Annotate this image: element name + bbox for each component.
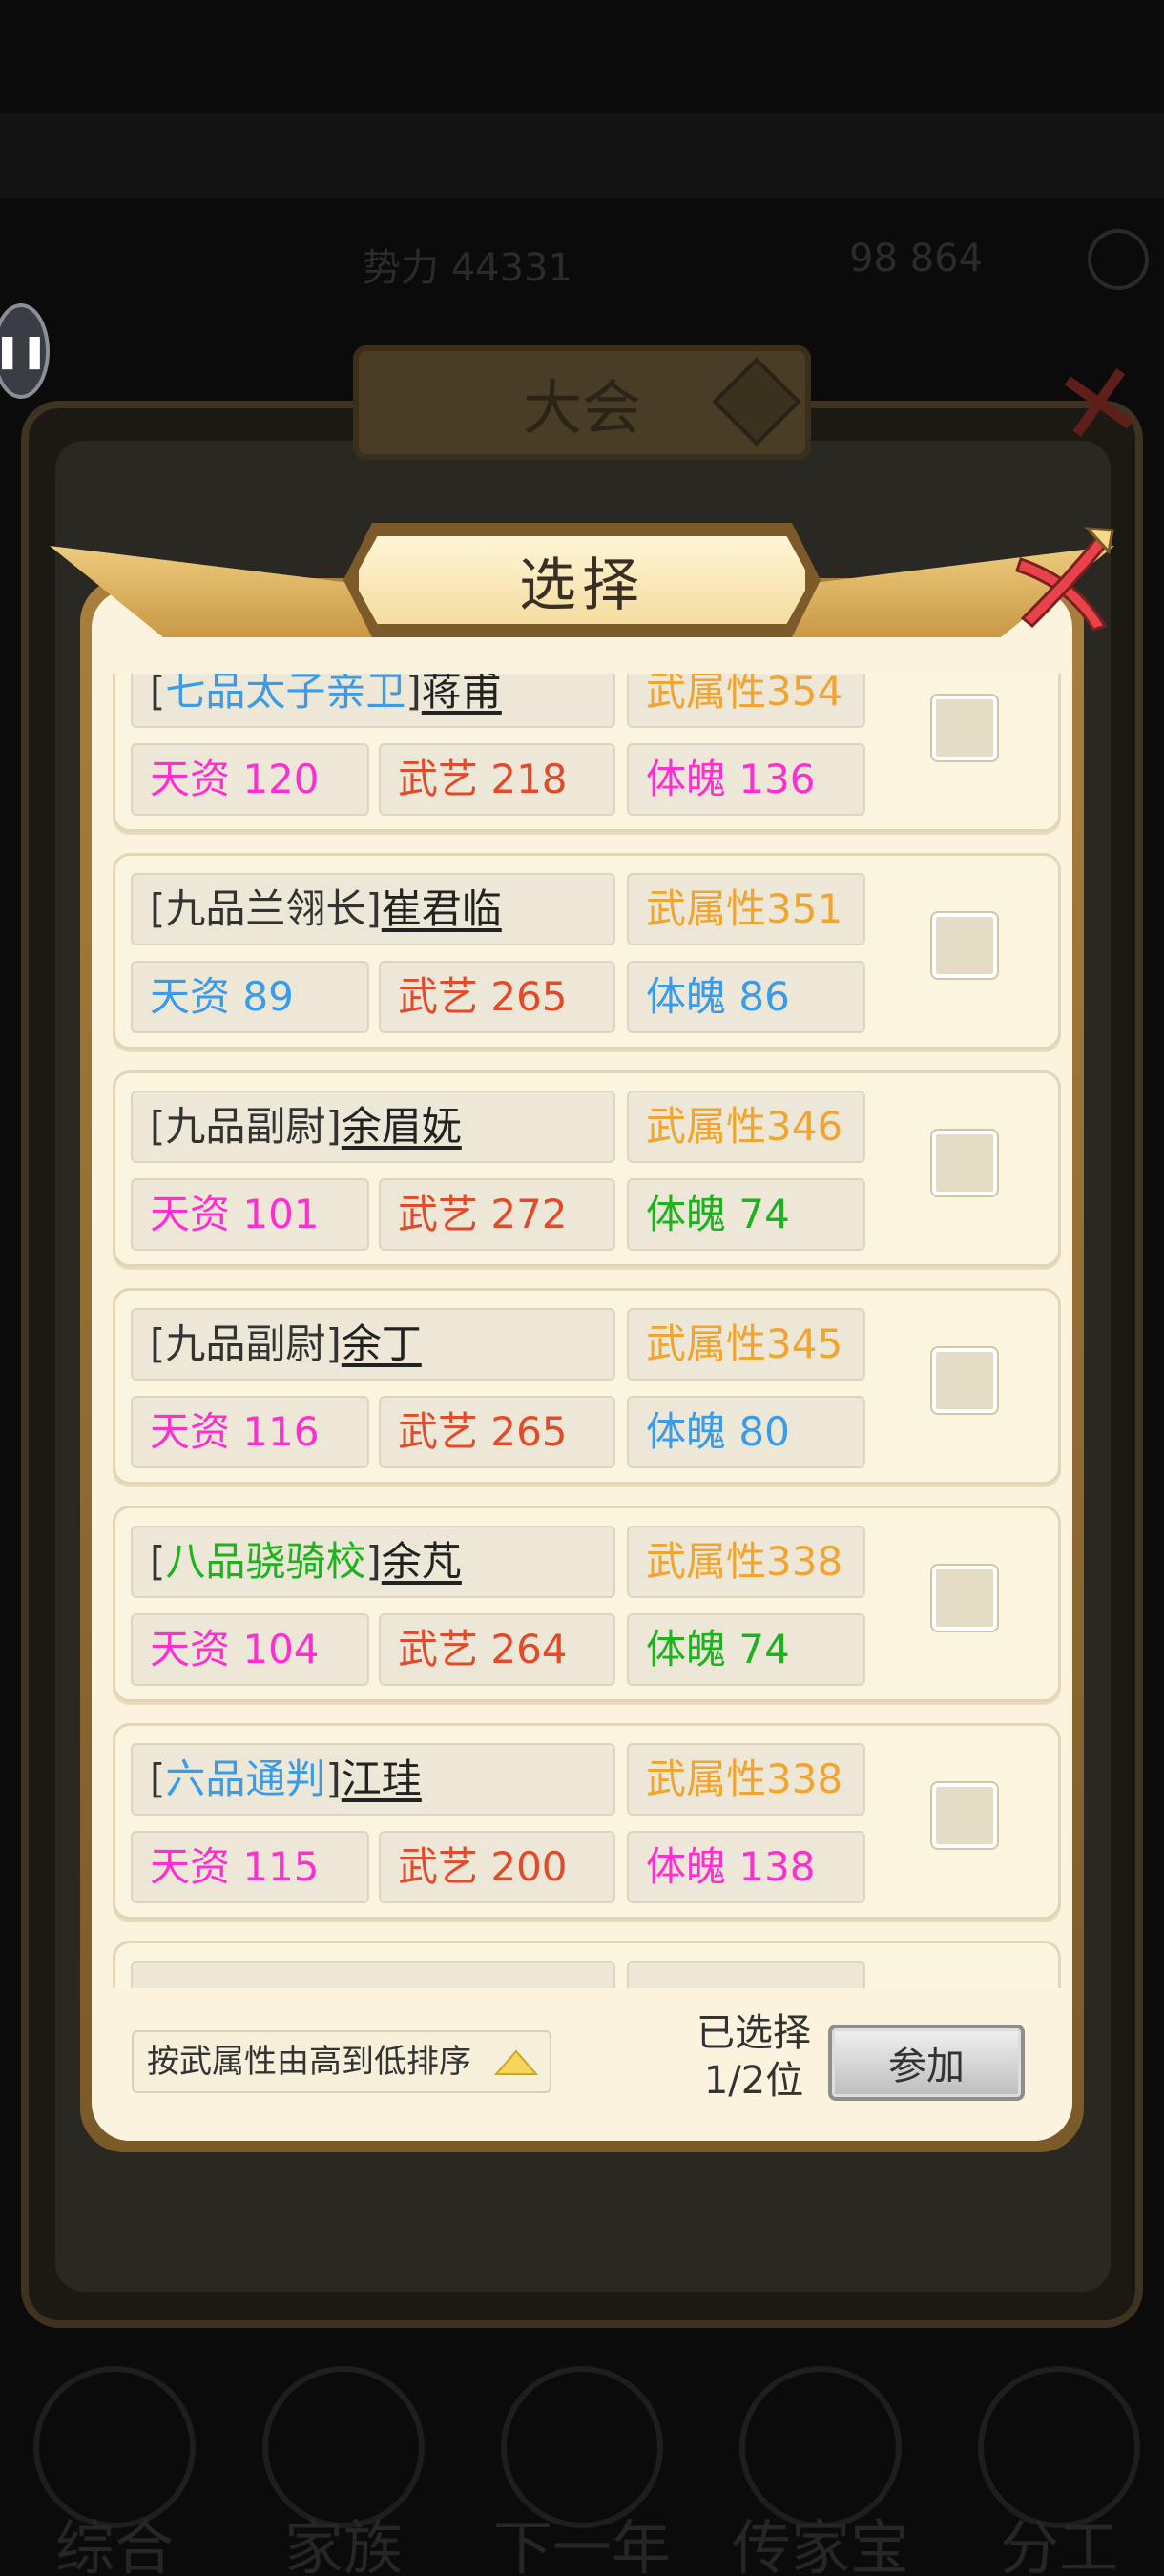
candidate-name-chip: [六品通判]江珪 bbox=[131, 1743, 615, 1816]
candidate-name[interactable]: 蒋甫 bbox=[422, 674, 502, 715]
candidate-martial-attr: 武属性351 bbox=[627, 873, 865, 945]
candidate-martial-skill: 武艺 272 bbox=[379, 1178, 615, 1251]
nav-item-next-year: 下一年 bbox=[477, 2357, 687, 2576]
candidate-rank: 九品兰翎长 bbox=[165, 885, 366, 932]
candidate-talent: 天资 115 bbox=[131, 1831, 369, 1903]
close-button[interactable] bbox=[1002, 523, 1116, 637]
candidate-rank: 七品太子亲卫 bbox=[165, 674, 406, 715]
candidate-physique: 体魄 86 bbox=[627, 961, 865, 1033]
sort-label: 按武属性由高到低排序 bbox=[147, 2043, 471, 2081]
candidate-talent: 天资 120 bbox=[131, 743, 369, 816]
candidate-checkbox[interactable] bbox=[930, 911, 999, 980]
nav-item-division: 分工 bbox=[954, 2357, 1164, 2576]
candidate-checkbox[interactable] bbox=[930, 1564, 999, 1632]
candidate-name-chip: [七品太子亲卫]蒋甫 bbox=[131, 674, 615, 728]
candidate-list[interactable]: [七品太子亲卫]蒋甫 武属性354 天资 120 武艺 218 体魄 136 [九品兰翎长… bbox=[103, 674, 1061, 1988]
background-stats: 势力 44331 98 864 bbox=[0, 218, 1164, 313]
candidate-checkbox[interactable] bbox=[930, 1129, 999, 1197]
candidate-checkbox[interactable] bbox=[930, 1781, 999, 1850]
candidate-name[interactable]: 余丁 bbox=[342, 1320, 422, 1367]
background-stat-resource: 98 864 bbox=[849, 237, 983, 280]
candidate-martial-attr: 武属性338 bbox=[627, 1526, 865, 1598]
nav-item-heirloom: 传家宝 bbox=[716, 2357, 925, 2576]
sort-button[interactable]: 按武属性由高到低排序 bbox=[132, 2030, 551, 2093]
candidate-martial-skill: 武艺 200 bbox=[379, 1831, 615, 1903]
candidate-rank: 九品副尉 bbox=[165, 1103, 326, 1150]
candidate-martial-skill: 武艺 264 bbox=[379, 1613, 615, 1686]
candidate-martial-attr bbox=[627, 1961, 865, 1988]
join-button[interactable]: 参加 bbox=[828, 2025, 1025, 2101]
sort-triangle-icon bbox=[494, 2049, 538, 2075]
candidate-physique: 体魄 74 bbox=[627, 1613, 865, 1686]
candidate-name[interactable]: 余芃 bbox=[382, 1538, 462, 1585]
candidate-talent: 天资 89 bbox=[131, 961, 369, 1033]
background-stat-power: 势力 44331 bbox=[363, 246, 572, 290]
candidate-name[interactable]: 江珪 bbox=[342, 1755, 422, 1802]
candidate-martial-skill: 武艺 265 bbox=[379, 961, 615, 1033]
modal-title-plate: 选择 bbox=[353, 530, 811, 630]
candidate-card[interactable]: [九品兰翎长]崔君临 武属性351 天资 89 武艺 265 体魄 86 bbox=[113, 853, 1061, 1049]
candidate-martial-attr: 武属性338 bbox=[627, 1743, 865, 1816]
candidate-physique: 体魄 136 bbox=[627, 743, 865, 816]
candidate-name-chip bbox=[131, 1961, 615, 1988]
background-top-bar bbox=[0, 113, 1164, 198]
candidate-rank: 六品通判 bbox=[165, 1755, 326, 1802]
candidate-name-chip: [九品兰翎长]崔君临 bbox=[131, 873, 615, 945]
candidate-card[interactable]: [七品太子亲卫]蒋甫 武属性354 天资 120 武艺 218 体魄 136 bbox=[113, 674, 1061, 832]
candidate-rank: 九品副尉 bbox=[165, 1320, 326, 1367]
candidate-physique: 体魄 138 bbox=[627, 1831, 865, 1903]
candidate-talent: 天资 104 bbox=[131, 1613, 369, 1686]
candidate-talent: 天资 116 bbox=[131, 1396, 369, 1468]
candidate-card[interactable]: [六品通判]江珪 武属性338 天资 115 武艺 200 体魄 138 bbox=[113, 1723, 1061, 1920]
candidate-martial-attr: 武属性354 bbox=[627, 674, 865, 728]
nav-item-general: 综合 bbox=[10, 2357, 219, 2576]
close-icon bbox=[1015, 527, 1114, 632]
candidate-physique: 体魄 80 bbox=[627, 1396, 865, 1468]
candidate-martial-attr: 武属性345 bbox=[627, 1308, 865, 1381]
candidate-name[interactable]: 崔君临 bbox=[382, 885, 502, 932]
candidate-name-chip: [九品副尉]余丁 bbox=[131, 1308, 615, 1381]
candidate-name[interactable]: 余眉妩 bbox=[342, 1103, 462, 1150]
candidate-card[interactable]: [九品副尉]余眉妩 武属性346 天资 101 武艺 272 体魄 74 bbox=[113, 1070, 1061, 1267]
candidate-martial-attr: 武属性346 bbox=[627, 1091, 865, 1163]
selected-value: 1/2位 bbox=[703, 2059, 804, 2103]
candidate-card-partial[interactable] bbox=[113, 1941, 1061, 1988]
bottom-nav: 综合 家族 下一年 传家宝 分工 bbox=[0, 2357, 1164, 2576]
candidate-checkbox[interactable] bbox=[930, 694, 999, 762]
selected-label: 已选择 bbox=[696, 2011, 811, 2055]
candidate-name-chip: [八品骁骑校]余芃 bbox=[131, 1526, 615, 1598]
candidate-name-chip: [九品副尉]余眉妩 bbox=[131, 1091, 615, 1163]
nav-item-family: 家族 bbox=[239, 2357, 448, 2576]
candidate-card[interactable]: [九品副尉]余丁 武属性345 天资 116 武艺 265 体魄 80 bbox=[113, 1288, 1061, 1485]
selected-count: 已选择 1/2位 bbox=[668, 2009, 840, 2105]
candidate-card[interactable]: [八品骁骑校]余芃 武属性338 天资 104 武艺 264 体魄 74 bbox=[113, 1506, 1061, 1702]
candidate-talent: 天资 101 bbox=[131, 1178, 369, 1251]
candidate-physique: 体魄 74 bbox=[627, 1178, 865, 1251]
candidate-martial-skill: 武艺 218 bbox=[379, 743, 615, 816]
candidate-rank: 八品骁骑校 bbox=[165, 1538, 366, 1585]
modal-title: 选择 bbox=[519, 551, 645, 619]
candidate-martial-skill: 武艺 265 bbox=[379, 1396, 615, 1468]
help-icon bbox=[1088, 229, 1149, 290]
candidate-checkbox[interactable] bbox=[930, 1346, 999, 1415]
